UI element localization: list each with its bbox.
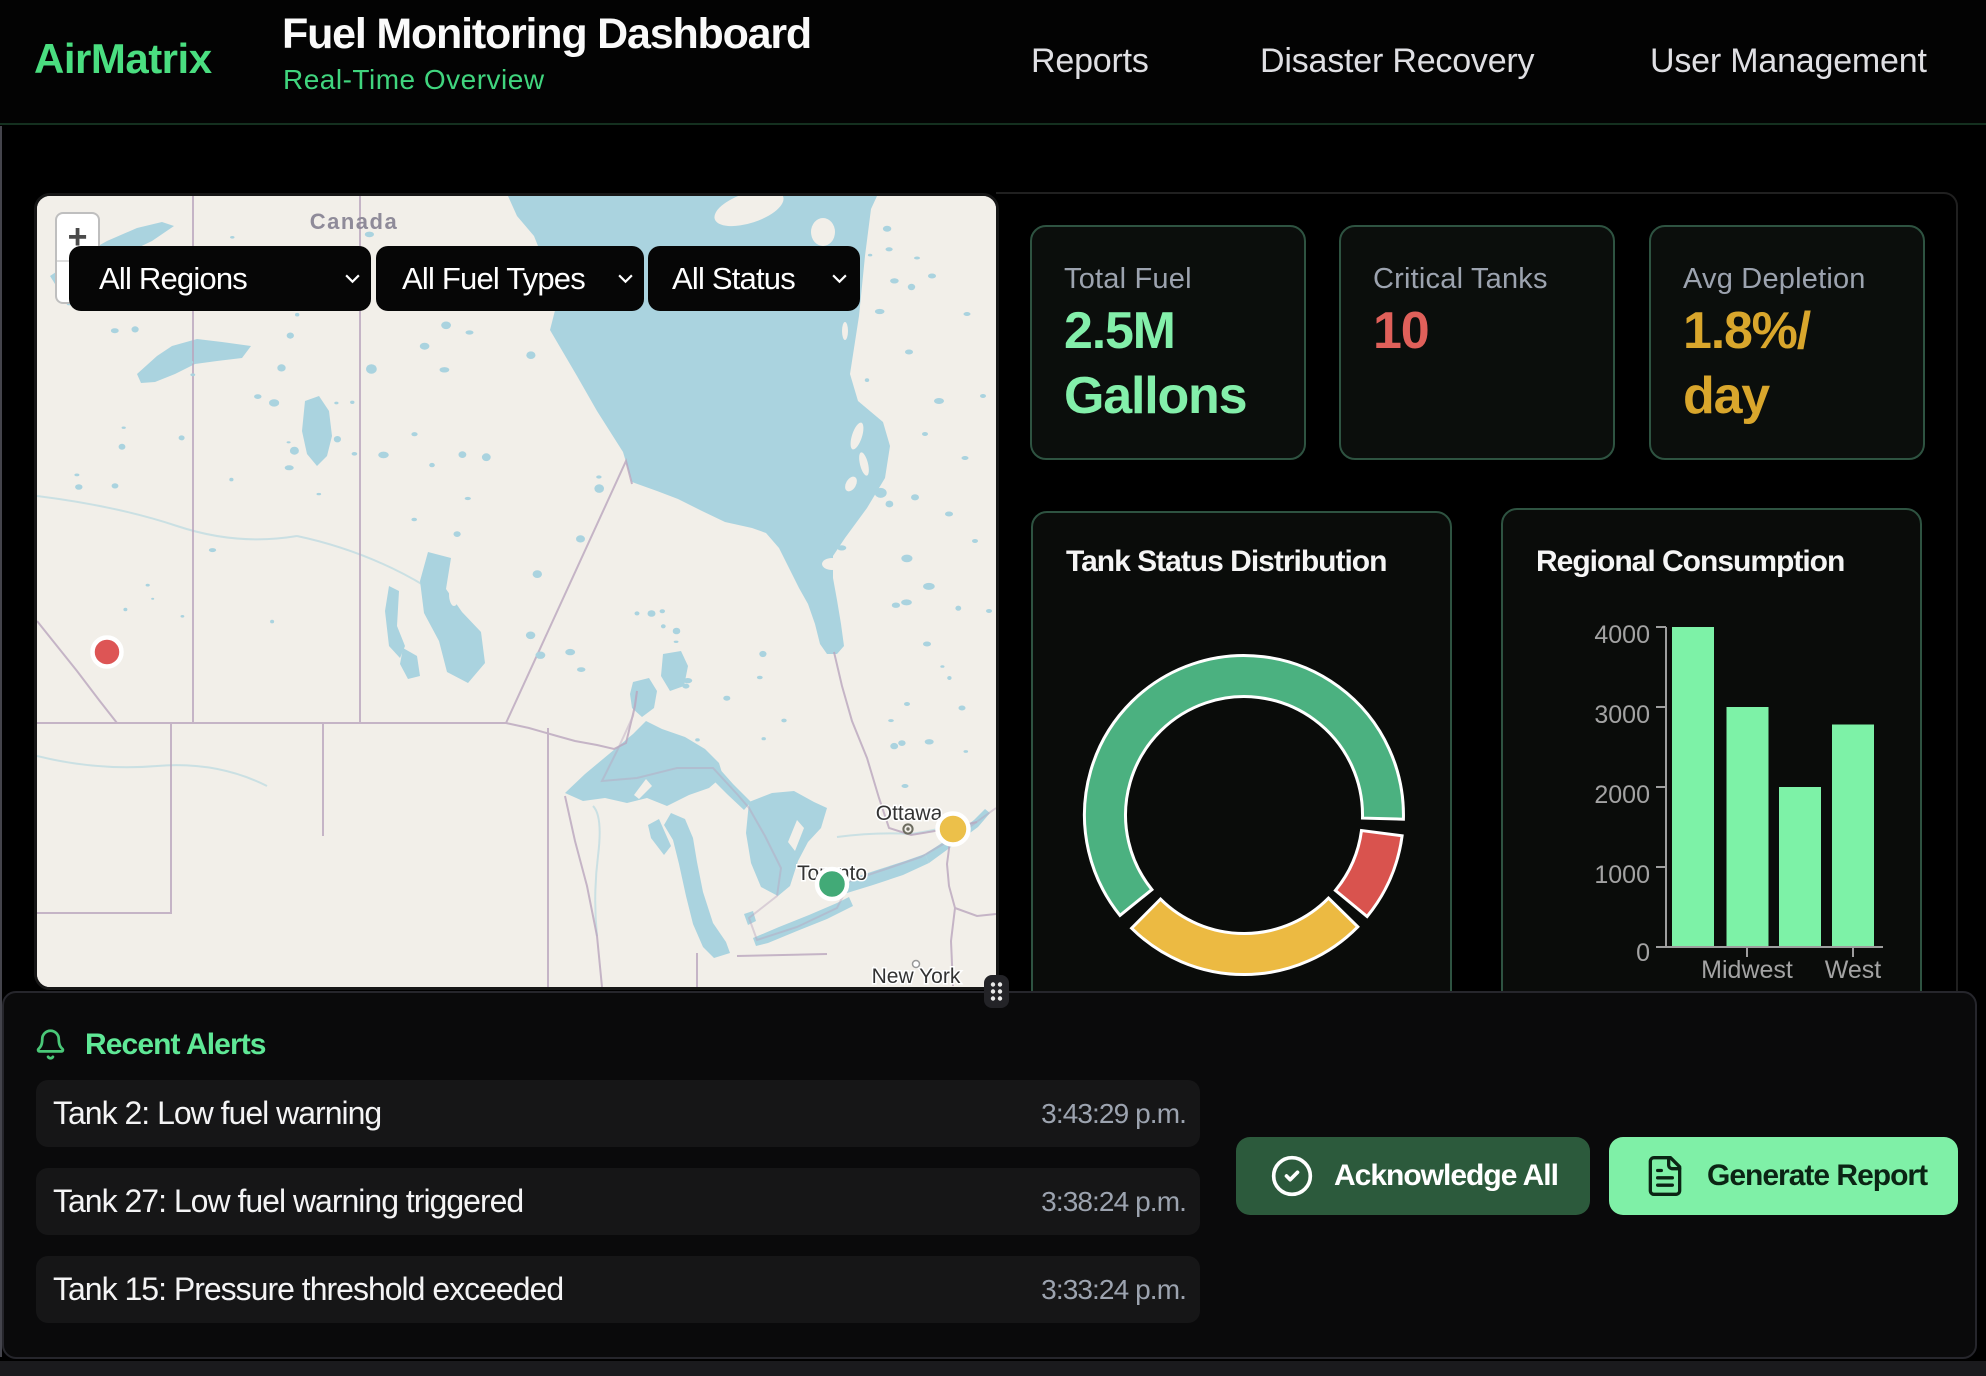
- svg-text:New York: New York: [872, 965, 961, 987]
- svg-text:Midwest: Midwest: [1701, 956, 1793, 984]
- svg-text:Ottawa: Ottawa: [876, 802, 943, 825]
- svg-text:Canada: Canada: [310, 209, 398, 234]
- svg-text:1000: 1000: [1594, 861, 1650, 889]
- svg-text:0: 0: [1636, 939, 1650, 967]
- svg-text:2000: 2000: [1594, 781, 1650, 809]
- svg-text:West: West: [1825, 956, 1882, 984]
- svg-text:3000: 3000: [1594, 701, 1650, 729]
- svg-text:4000: 4000: [1594, 621, 1650, 649]
